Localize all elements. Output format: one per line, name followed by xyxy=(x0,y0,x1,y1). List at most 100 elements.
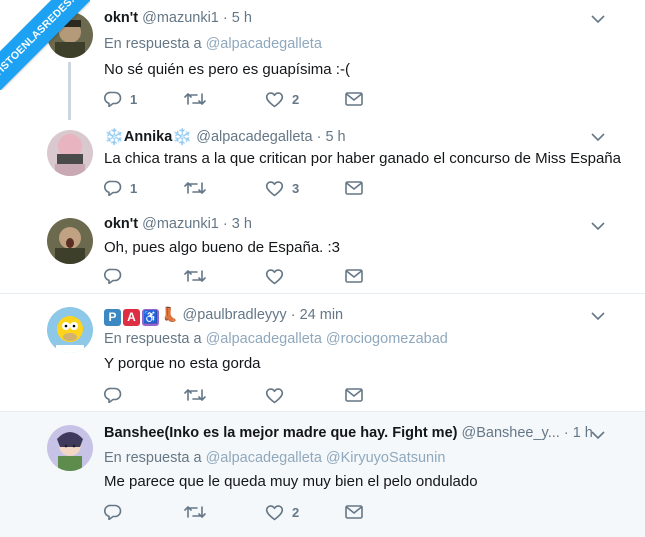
dm-button[interactable] xyxy=(345,179,363,197)
timestamp[interactable]: 24 min xyxy=(300,307,344,323)
separator-dot: · xyxy=(222,216,228,232)
timestamp[interactable]: 5 h xyxy=(325,129,345,145)
watermark-banner: VISTOENLASREDES.COM xyxy=(0,0,90,90)
like-button[interactable] xyxy=(265,386,292,404)
chevron-down-icon[interactable] xyxy=(591,430,605,440)
tweet-text: La chica trans a la que critican por hab… xyxy=(104,150,621,167)
reply-count: 1 xyxy=(130,91,138,107)
dm-icon xyxy=(345,505,363,519)
tweet-header: okn't @mazunki1 · 3 h xyxy=(104,216,252,232)
handle[interactable]: @alpacadegalleta xyxy=(196,129,312,145)
timestamp[interactable]: 3 h xyxy=(232,216,252,232)
snowflake-emoji: ❄️ xyxy=(172,129,193,146)
separator-dot: · xyxy=(316,129,322,145)
watermark-corner: VISTOENLASREDES.COM xyxy=(0,0,90,90)
dm-button[interactable] xyxy=(345,386,363,404)
reply-button[interactable] xyxy=(104,267,130,285)
reply-prefix: En respuesta a xyxy=(104,450,202,466)
chevron-down-icon[interactable] xyxy=(591,311,605,321)
retweet-button[interactable] xyxy=(184,386,214,404)
separator-dot: · xyxy=(290,307,296,323)
retweet-button[interactable] xyxy=(184,90,214,108)
like-icon xyxy=(265,504,284,520)
emoji-boot: 👢 xyxy=(161,306,179,322)
reply-to-link[interactable]: @alpacadegalleta @rociogomezabad xyxy=(206,331,448,347)
tweet-text: Y porque no esta gorda xyxy=(104,355,261,372)
display-name[interactable]: Banshee(Inko es la mejor madre que hay. … xyxy=(104,425,457,441)
separator-dot: · xyxy=(222,10,228,26)
reply-to-link[interactable]: @alpacadegalleta xyxy=(206,36,322,52)
retweet-icon xyxy=(184,182,206,194)
dm-button[interactable] xyxy=(345,267,363,285)
tweet-actions: 2 xyxy=(104,503,374,523)
reply-context: En respuesta a @alpacadegalleta @rociogo… xyxy=(104,331,448,347)
handle[interactable]: @Banshee_y... xyxy=(462,425,560,441)
reply-prefix: En respuesta a xyxy=(104,36,202,52)
like-count: 3 xyxy=(292,180,300,196)
like-button[interactable]: 2 xyxy=(265,503,299,521)
retweet-icon xyxy=(184,506,206,518)
dm-icon xyxy=(345,181,363,195)
display-name[interactable]: okn't xyxy=(104,216,138,232)
reply-context: En respuesta a @alpacadegalleta @Kiryuyo… xyxy=(104,450,445,466)
retweet-icon xyxy=(184,93,206,105)
like-icon xyxy=(265,180,284,196)
like-count: 2 xyxy=(292,504,300,520)
dm-icon xyxy=(345,388,363,402)
reply-count: 1 xyxy=(130,180,138,196)
reply-icon xyxy=(104,504,122,520)
reply-icon xyxy=(104,91,122,107)
reply-button[interactable] xyxy=(104,386,130,404)
avatar[interactable] xyxy=(47,218,93,264)
retweet-icon xyxy=(184,389,206,401)
timestamp[interactable]: 5 h xyxy=(232,10,252,26)
like-button[interactable]: 3 xyxy=(265,179,299,197)
dm-button[interactable] xyxy=(345,503,363,521)
reply-button[interactable]: 1 xyxy=(104,90,137,108)
reply-icon xyxy=(104,180,122,196)
like-count: 2 xyxy=(292,91,300,107)
reply-to-link[interactable]: @alpacadegalleta @KiryuyoSatsunin xyxy=(206,450,446,466)
reply-icon xyxy=(104,387,122,403)
tweet-1[interactable]: okn't @mazunki1 · 5 h En respuesta a @al… xyxy=(0,0,645,118)
chevron-down-icon[interactable] xyxy=(591,14,605,24)
tweet-5[interactable]: Banshee(Inko es la mejor madre que hay. … xyxy=(0,412,645,537)
reply-button[interactable] xyxy=(104,503,130,521)
handle[interactable]: @mazunki1 xyxy=(142,216,219,232)
dm-icon xyxy=(345,269,363,283)
avatar[interactable] xyxy=(47,307,93,353)
like-icon xyxy=(265,387,284,403)
reply-context: En respuesta a @alpacadegalleta xyxy=(104,36,322,52)
dm-button[interactable] xyxy=(345,90,363,108)
chevron-down-icon[interactable] xyxy=(591,221,605,231)
emoji-a: A xyxy=(123,309,140,326)
retweet-icon xyxy=(184,270,206,282)
tweet-actions xyxy=(104,386,374,406)
retweet-button[interactable] xyxy=(184,267,214,285)
timestamp[interactable]: 1 h xyxy=(573,425,593,441)
tweet-4[interactable]: P A ♿ 👢 @paulbradleyyy · 24 min En respuest… xyxy=(0,294,645,411)
reply-prefix: En respuesta a xyxy=(104,331,202,347)
reply-button[interactable]: 1 xyxy=(104,179,137,197)
avatar[interactable] xyxy=(47,425,93,471)
like-button[interactable] xyxy=(265,267,292,285)
avatar[interactable] xyxy=(47,130,93,176)
tweet-actions: 1 3 xyxy=(104,179,374,199)
chevron-down-icon[interactable] xyxy=(591,132,605,142)
display-name[interactable]: Annika xyxy=(124,129,172,145)
tweet-text: Oh, pues algo bueno de España. :3 xyxy=(104,239,341,256)
dm-icon xyxy=(345,92,363,106)
emoji-p: P xyxy=(104,309,121,326)
handle[interactable]: @mazunki1 xyxy=(142,10,219,26)
tweet-2[interactable]: ❄️Annika❄️ @alpacadegalleta · 5 h La chi… xyxy=(0,118,645,204)
display-name[interactable]: okn't xyxy=(104,10,138,26)
emoji-wheelchair: ♿ xyxy=(142,309,159,326)
tweet-header: P A ♿ 👢 @paulbradleyyy · 24 min xyxy=(104,306,343,326)
handle[interactable]: @paulbradleyyy xyxy=(182,307,286,323)
tweet-3[interactable]: okn't @mazunki1 · 3 h Oh, pues algo buen… xyxy=(0,204,645,293)
retweet-button[interactable] xyxy=(184,503,214,521)
separator-dot: · xyxy=(563,425,569,441)
retweet-button[interactable] xyxy=(184,179,214,197)
like-button[interactable]: 2 xyxy=(265,90,299,108)
tweet-header: Banshee(Inko es la mejor madre que hay. … xyxy=(104,425,593,441)
